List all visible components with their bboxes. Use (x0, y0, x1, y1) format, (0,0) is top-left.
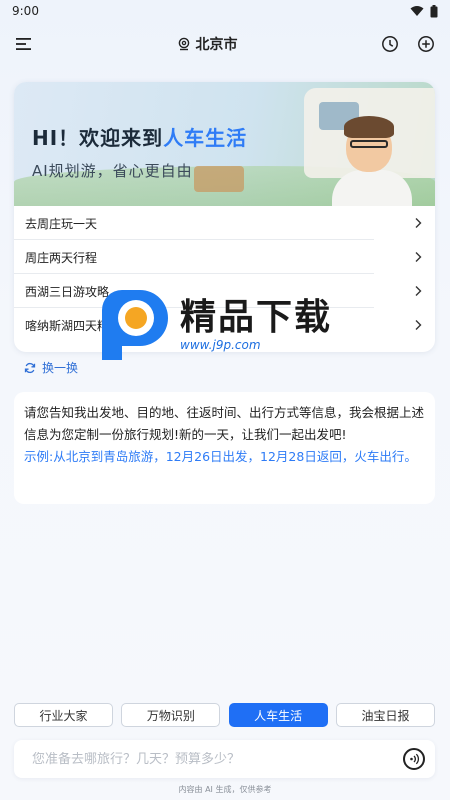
banner-title: HI！欢迎来到人车生活 (32, 122, 247, 151)
banner-person-body (332, 170, 412, 206)
status-time: 9:00 (12, 4, 39, 18)
chevron-right-icon (415, 320, 422, 330)
chevron-right-icon (415, 252, 422, 262)
suggestion-item[interactable]: 周庄两天行程 (14, 240, 435, 274)
suggestion-label: 西湖三日游攻略 (25, 284, 110, 299)
banner-subtitle: AI规划游，省心更自由 (32, 162, 193, 180)
chat-input-bar (14, 740, 435, 778)
chat-input[interactable] (32, 751, 403, 767)
banner-basket-illustration (194, 166, 244, 192)
refresh-icon (24, 362, 36, 373)
location-label: 北京市 (195, 37, 238, 53)
chevron-right-icon (415, 286, 422, 296)
menu-icon[interactable] (14, 34, 34, 54)
chip-object-recognition[interactable]: 万物识别 (121, 703, 221, 727)
chevron-right-icon (415, 218, 422, 228)
banner-person-glasses (350, 140, 388, 148)
suggestion-label: 去周庄玩一天 (25, 216, 98, 231)
banner-title-prefix: HI！欢迎来到 (32, 126, 164, 150)
status-icons (410, 4, 438, 18)
refresh-label: 换一换 (42, 361, 79, 375)
intro-example[interactable]: 示例:从北京到青岛旅游，12月26日出发，12月28日返回，火车出行。 (24, 449, 417, 464)
suggestion-label: 喀纳斯湖四天精华游攻略 (25, 318, 158, 333)
suggestion-item[interactable]: 喀纳斯湖四天精华游攻略 (14, 308, 435, 342)
location-selector[interactable]: 北京市 (177, 34, 238, 54)
add-icon[interactable] (416, 34, 436, 54)
location-pin-icon (178, 37, 189, 51)
battery-icon (430, 4, 438, 17)
intro-text: 请您告知我出发地、目的地、往返时间、出行方式等信息，我会根据上述信息为您定制一份… (24, 405, 425, 442)
assistant-intro-message: 请您告知我出发地、目的地、往返时间、出行方式等信息，我会根据上述信息为您定制一份… (14, 392, 435, 504)
history-icon[interactable] (380, 34, 400, 54)
voice-input-icon[interactable] (403, 748, 425, 770)
welcome-card: HI！欢迎来到人车生活 AI规划游，省心更自由 去周庄玩一天 周庄两天行程 西湖… (14, 82, 435, 352)
suggestion-item[interactable]: 去周庄玩一天 (14, 206, 435, 240)
ai-disclaimer: 内容由 AI 生成，仅供参考 (178, 785, 272, 794)
chip-industry-experts[interactable]: 行业大家 (14, 703, 113, 727)
wifi-icon (410, 6, 424, 16)
refresh-button[interactable]: 换一换 (24, 359, 78, 376)
suggestion-list: 去周庄玩一天 周庄两天行程 西湖三日游攻略 喀纳斯湖四天精华游攻略 (14, 206, 435, 342)
status-bar: 9:00 (0, 0, 450, 22)
banner-person-hair (344, 116, 394, 138)
suggestion-item[interactable]: 西湖三日游攻略 (14, 274, 435, 308)
welcome-banner: HI！欢迎来到人车生活 AI规划游，省心更自由 (14, 82, 435, 206)
suggestion-label: 周庄两天行程 (25, 250, 98, 265)
assistant-chip-bar: 行业大家 万物识别 人车生活 油宝日报 (14, 703, 435, 727)
topbar-actions (380, 34, 436, 54)
chip-people-car-life[interactable]: 人车生活 (228, 703, 328, 727)
chip-daily-report[interactable]: 油宝日报 (335, 703, 435, 727)
banner-title-accent: 人车生活 (163, 126, 248, 150)
top-app-bar: 北京市 (0, 28, 450, 60)
